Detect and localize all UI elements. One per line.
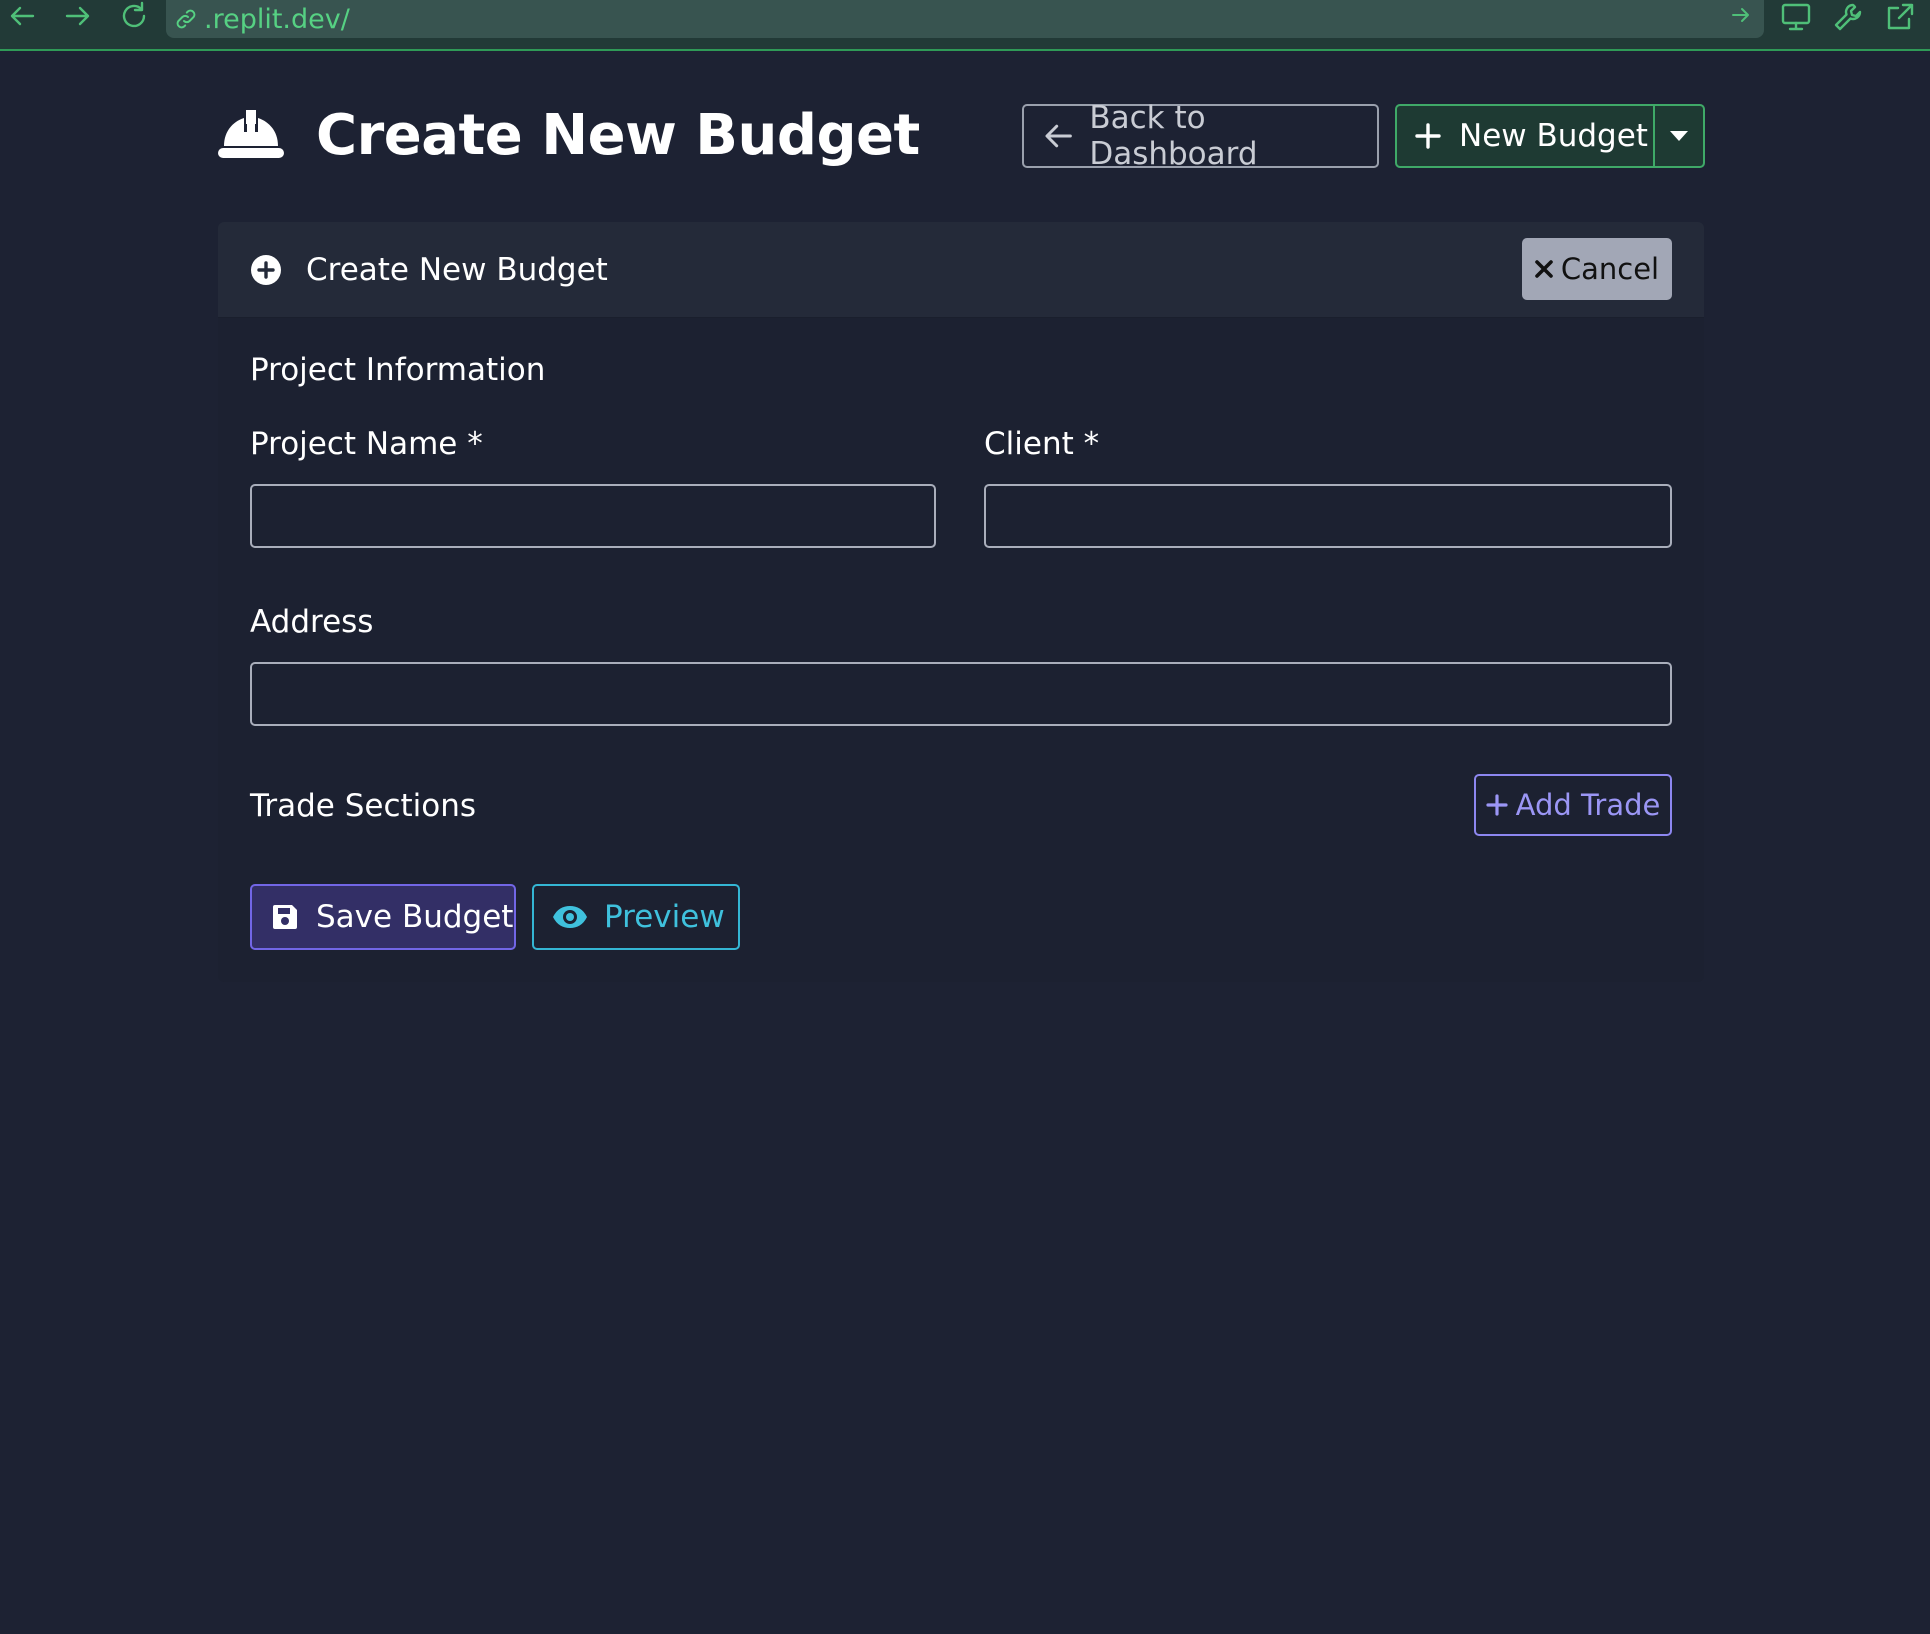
trade-sections-heading: Trade Sections bbox=[250, 788, 477, 824]
page-title: Create New Budget bbox=[316, 103, 920, 168]
browser-toolbar: .replit.dev/ bbox=[0, 0, 1930, 51]
cancel-button[interactable]: Cancel bbox=[1522, 238, 1672, 300]
preview-button[interactable]: Preview bbox=[532, 884, 740, 950]
save-icon bbox=[273, 905, 297, 929]
plus-icon bbox=[1415, 123, 1441, 149]
go-arrow-icon[interactable] bbox=[1730, 4, 1752, 26]
monitor-icon[interactable] bbox=[1776, 0, 1816, 34]
save-budget-button[interactable]: Save Budget bbox=[250, 884, 516, 950]
add-trade-button[interactable]: Add Trade bbox=[1474, 774, 1672, 836]
plus-icon bbox=[1486, 794, 1508, 816]
new-budget-dropdown-toggle[interactable] bbox=[1655, 106, 1703, 166]
wrench-icon[interactable] bbox=[1828, 0, 1868, 34]
page-header: Create New Budget Back to Dashboard New … bbox=[216, 96, 1706, 176]
create-budget-card: Create New Budget Cancel Project Informa… bbox=[218, 222, 1704, 982]
plus-circle-icon bbox=[251, 255, 281, 285]
client-label: Client * bbox=[984, 426, 1100, 462]
address-label: Address bbox=[250, 604, 374, 640]
back-arrow-icon[interactable] bbox=[2, 0, 42, 32]
external-link-icon[interactable] bbox=[1880, 0, 1920, 34]
caret-down-icon bbox=[1670, 131, 1688, 141]
url-text: .replit.dev/ bbox=[204, 3, 350, 35]
project-name-label: Project Name * bbox=[250, 426, 483, 462]
reload-icon[interactable] bbox=[114, 0, 154, 32]
close-icon bbox=[1535, 260, 1553, 278]
card-header: Create New Budget Cancel bbox=[218, 222, 1704, 318]
back-to-dashboard-label: Back to Dashboard bbox=[1089, 100, 1258, 172]
cancel-label: Cancel bbox=[1560, 252, 1660, 286]
new-budget-label: New Budget bbox=[1459, 118, 1648, 154]
arrow-left-icon bbox=[1045, 124, 1072, 148]
project-name-input[interactable] bbox=[250, 484, 936, 548]
card-title: Create New Budget bbox=[306, 252, 608, 288]
client-input[interactable] bbox=[984, 484, 1672, 548]
link-icon bbox=[176, 9, 196, 29]
new-budget-button[interactable]: New Budget bbox=[1397, 106, 1655, 166]
project-information-heading: Project Information bbox=[250, 352, 546, 388]
eye-icon bbox=[553, 906, 587, 928]
add-trade-label: Add Trade bbox=[1515, 788, 1661, 822]
save-budget-label: Save Budget bbox=[316, 899, 514, 935]
back-to-dashboard-button[interactable]: Back to Dashboard bbox=[1022, 100, 1379, 172]
preview-label: Preview bbox=[604, 899, 725, 935]
new-budget-split-button: New Budget bbox=[1395, 104, 1705, 168]
forward-arrow-icon[interactable] bbox=[58, 0, 98, 32]
address-bar[interactable]: .replit.dev/ bbox=[166, 0, 1764, 38]
address-input[interactable] bbox=[250, 662, 1672, 726]
hard-hat-icon bbox=[218, 110, 284, 158]
